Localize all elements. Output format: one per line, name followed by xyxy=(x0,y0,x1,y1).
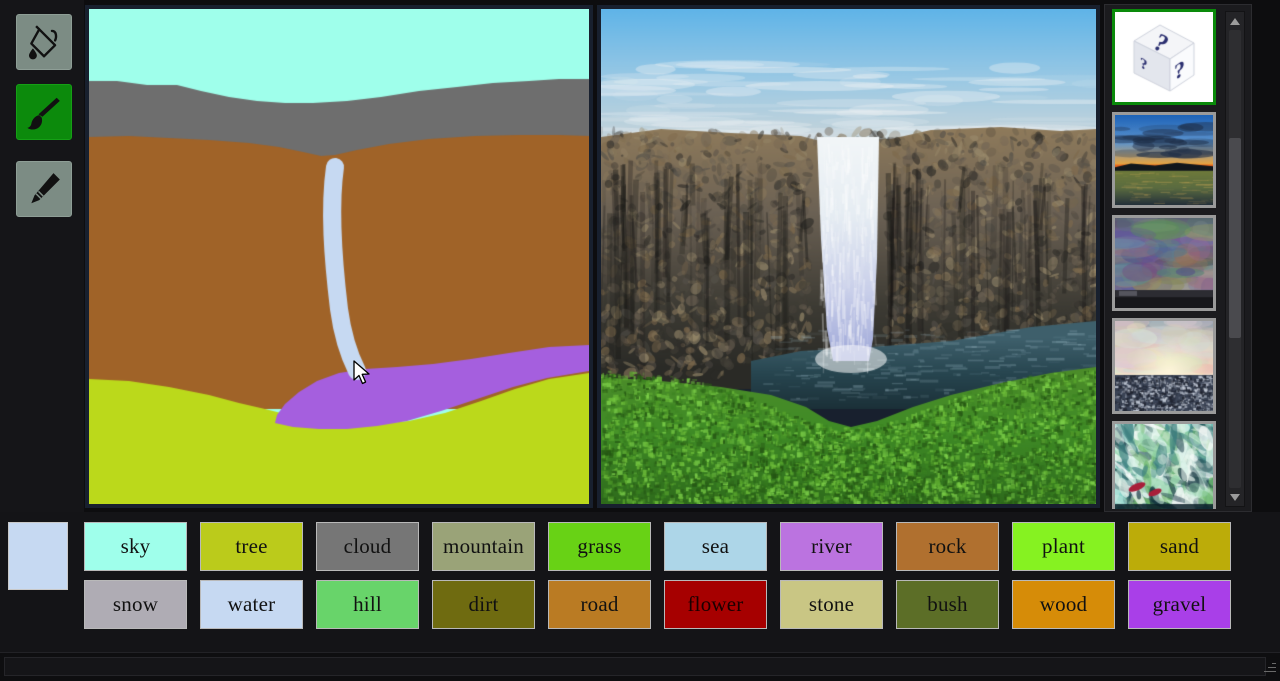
thumbnail-image xyxy=(1115,115,1213,205)
palette-swatch-wood[interactable]: wood xyxy=(1012,580,1115,629)
scroll-down-arrow-icon[interactable] xyxy=(1226,489,1244,505)
thumbnail-sunrays[interactable] xyxy=(1112,318,1216,414)
palette-swatch-mountain[interactable]: mountain xyxy=(432,522,535,571)
thumbnail-image xyxy=(1115,12,1213,102)
tool-palette xyxy=(0,0,84,512)
palette-swatch-cloud[interactable]: cloud xyxy=(316,522,419,571)
palette-swatch-label: tree xyxy=(235,536,267,557)
current-color-swatch[interactable] xyxy=(8,522,68,590)
palette-swatch-flower[interactable]: flower xyxy=(664,580,767,629)
palette-swatch-label: dirt xyxy=(469,594,499,615)
palette-swatch-stone[interactable]: stone xyxy=(780,580,883,629)
palette-swatch-road[interactable]: road xyxy=(548,580,651,629)
palette-swatch-label: water xyxy=(228,594,276,615)
palette-swatch-river[interactable]: river xyxy=(780,522,883,571)
scrollbar-thumb[interactable] xyxy=(1229,138,1241,338)
thumbnail-sidebar xyxy=(1104,4,1252,512)
palette-swatch-label: wood xyxy=(1040,594,1087,615)
palette-swatch-label: river xyxy=(811,536,852,557)
palette-swatch-label: grass xyxy=(577,536,621,557)
palette-swatch-label: plant xyxy=(1042,536,1085,557)
thumbnail-sunset[interactable] xyxy=(1112,112,1216,208)
thumbnail-scrollbar[interactable] xyxy=(1225,11,1245,507)
palette-swatch-label: hill xyxy=(353,594,382,615)
resize-grip-icon[interactable] xyxy=(1262,659,1276,673)
output-canvas xyxy=(601,9,1096,504)
status-bar xyxy=(0,652,1280,681)
tool-brush[interactable] xyxy=(16,84,72,140)
thumbnail-image xyxy=(1115,218,1213,308)
output-canvas-panel xyxy=(597,5,1100,508)
palette-swatch-label: flower xyxy=(687,594,743,615)
palette-swatch-label: sand xyxy=(1160,536,1199,557)
tool-fill[interactable] xyxy=(16,14,72,70)
palette-swatch-hill[interactable]: hill xyxy=(316,580,419,629)
palette-swatch-rock[interactable]: rock xyxy=(896,522,999,571)
thumbnail-random[interactable] xyxy=(1112,9,1216,105)
scroll-up-arrow-icon[interactable] xyxy=(1226,13,1244,29)
palette-swatch-water[interactable]: water xyxy=(200,580,303,629)
pencil-icon xyxy=(25,170,63,208)
palette-swatch-plant[interactable]: plant xyxy=(1012,522,1115,571)
thumbnail-image xyxy=(1115,424,1213,509)
palette-swatch-label: mountain xyxy=(443,536,524,557)
thumbnail-overcast[interactable] xyxy=(1112,215,1216,311)
palette-swatch-label: road xyxy=(580,594,618,615)
palette-swatch-snow[interactable]: snow xyxy=(84,580,187,629)
palette-swatch-grass[interactable]: grass xyxy=(548,522,651,571)
palette-swatch-gravel[interactable]: gravel xyxy=(1128,580,1231,629)
palette-swatch-label: gravel xyxy=(1153,594,1207,615)
palette-swatch-tree[interactable]: tree xyxy=(200,522,303,571)
palette-swatch-label: snow xyxy=(113,594,158,615)
palette-swatch-sand[interactable]: sand xyxy=(1128,522,1231,571)
palette-swatch-sky[interactable]: sky xyxy=(84,522,187,571)
thumbnail-list[interactable] xyxy=(1110,9,1224,509)
paint-brush-icon xyxy=(25,93,63,131)
palette-swatch-bush[interactable]: bush xyxy=(896,580,999,629)
palette-swatch-label: sea xyxy=(702,536,729,557)
palette-swatch-dirt[interactable]: dirt xyxy=(432,580,535,629)
palette-swatch-label: sky xyxy=(121,536,151,557)
app-window: sky tree cloud mountain grass sea river rock pla… xyxy=(0,0,1280,680)
segmentation-canvas-panel[interactable] xyxy=(85,5,593,508)
color-palette: sky tree cloud mountain grass sea river rock pla… xyxy=(0,512,1280,652)
palette-swatch-label: bush xyxy=(927,594,967,615)
palette-swatch-sea[interactable]: sea xyxy=(664,522,767,571)
segmentation-canvas[interactable] xyxy=(89,9,589,504)
thumbnail-wave[interactable] xyxy=(1112,421,1216,509)
thumbnail-image xyxy=(1115,321,1213,411)
tool-pencil[interactable] xyxy=(16,161,72,217)
scrollbar-track[interactable] xyxy=(1229,30,1241,488)
paint-bucket-icon xyxy=(25,23,63,61)
palette-swatch-label: stone xyxy=(809,594,854,615)
palette-swatch-label: cloud xyxy=(344,536,392,557)
palette-swatch-label: rock xyxy=(928,536,966,557)
status-bar-inner xyxy=(4,657,1266,676)
